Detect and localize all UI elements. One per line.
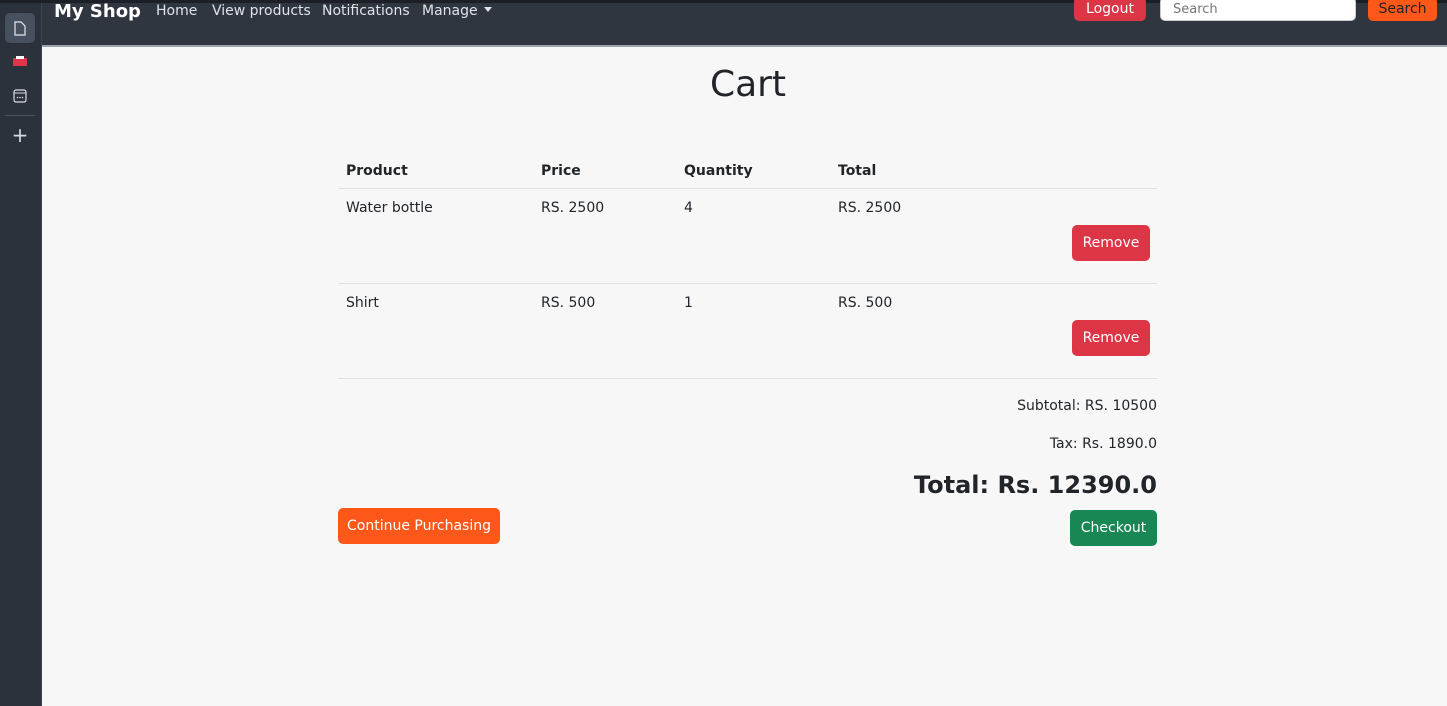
nav-manage-dropdown[interactable]: Manage	[422, 3, 492, 19]
search-input[interactable]	[1160, 0, 1356, 21]
product-price: RS. 500	[541, 295, 596, 311]
remove-button[interactable]: Remove	[1072, 225, 1150, 261]
product-price: RS. 2500	[541, 200, 605, 216]
nav-manage-label: Manage	[422, 3, 478, 19]
header-total: Total	[838, 163, 877, 179]
grand-total: Total: Rs. 12390.0	[913, 471, 1157, 499]
product-total: RS. 2500	[838, 200, 902, 216]
logout-button[interactable]: Logout	[1074, 0, 1146, 21]
sidebar-divider	[5, 115, 35, 116]
product-quantity: 1	[684, 295, 693, 311]
header-price: Price	[541, 163, 581, 179]
checkout-button[interactable]: Checkout	[1070, 510, 1157, 546]
table-row: Shirt RS. 500 1 RS. 500 Remove	[338, 284, 1157, 379]
sidebar: +	[0, 3, 42, 706]
subtotal: Subtotal: RS. 10500	[1017, 398, 1157, 414]
product-total: RS. 500	[838, 295, 893, 311]
navbar: My Shop Home View products Notifications…	[42, 0, 1447, 47]
cart-table: Product Price Quantity Total Water bottl…	[338, 155, 1157, 379]
product-name: Shirt	[346, 295, 379, 311]
brand[interactable]: My Shop	[54, 1, 141, 22]
continue-purchasing-button[interactable]: Continue Purchasing	[338, 508, 500, 544]
header-quantity: Quantity	[684, 163, 753, 179]
page-title: Cart	[709, 64, 787, 105]
remove-button[interactable]: Remove	[1072, 320, 1150, 356]
nav-notifications[interactable]: Notifications	[322, 3, 410, 19]
table-row: Water bottle RS. 2500 4 RS. 2500 Remove	[338, 189, 1157, 284]
table-header: Product Price Quantity Total	[338, 155, 1157, 189]
product-quantity: 4	[684, 200, 693, 216]
product-name: Water bottle	[346, 200, 433, 216]
caret-down-icon	[483, 7, 492, 12]
nav-home[interactable]: Home	[156, 3, 197, 19]
tax: Tax: Rs. 1890.0	[1049, 436, 1157, 452]
search-button[interactable]: Search	[1368, 0, 1437, 21]
header-product: Product	[346, 163, 408, 179]
plus-icon[interactable]: +	[5, 120, 35, 150]
nav-view-products[interactable]: View products	[212, 3, 311, 19]
document-icon[interactable]	[5, 13, 35, 43]
